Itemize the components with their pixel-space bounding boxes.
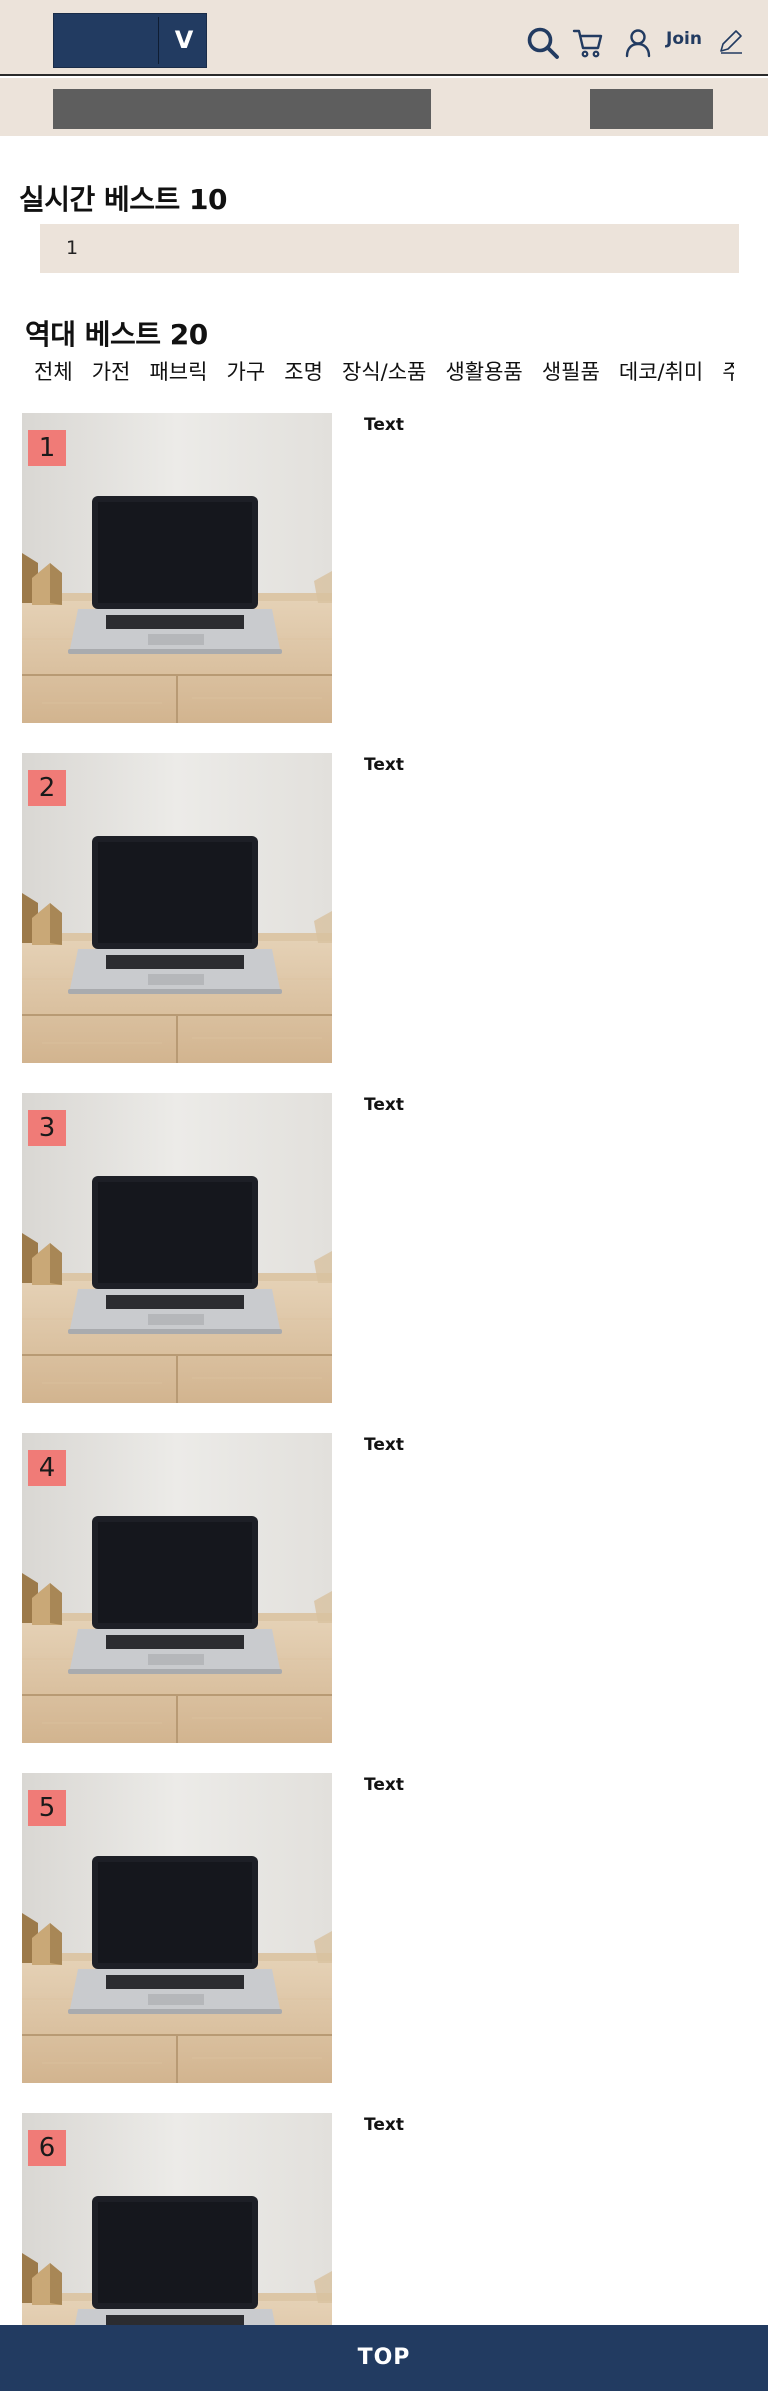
realtime-best-ticker[interactable]: 1 — [40, 224, 739, 273]
pencil-icon[interactable] — [716, 28, 744, 56]
category-tabs: 전체 가전 패브릭 가구 조명 장식/소품 생활용품 생필품 데코/취미 주 — [34, 356, 734, 388]
product-item[interactable]: 4 Text — [22, 1433, 752, 1743]
rank-badge: 2 — [28, 770, 66, 806]
laptop-photo — [22, 1433, 332, 1743]
tab-household[interactable]: 생활용품 — [445, 356, 522, 386]
tab-more[interactable]: 주 — [722, 356, 734, 386]
tab-decor-items[interactable]: 장식/소품 — [342, 356, 426, 386]
product-image[interactable] — [22, 1093, 332, 1403]
logo-divider — [158, 17, 159, 64]
product-text[interactable]: Text — [364, 1095, 404, 1115]
tab-fabric[interactable]: 패브릭 — [149, 356, 207, 386]
rank-badge: 6 — [28, 2130, 66, 2166]
tab-deco-hobby[interactable]: 데코/취미 — [619, 356, 703, 386]
banner-placeholder-small[interactable] — [590, 89, 713, 129]
rank-badge: 3 — [28, 1110, 66, 1146]
product-image[interactable] — [22, 413, 332, 723]
user-icon[interactable] — [624, 28, 652, 58]
laptop-photo — [22, 413, 332, 723]
rank-badge: 4 — [28, 1450, 66, 1486]
product-item[interactable]: 3 Text — [22, 1093, 752, 1403]
laptop-photo — [22, 753, 332, 1063]
product-text[interactable]: Text — [364, 415, 404, 435]
product-item[interactable]: 5 Text — [22, 1773, 752, 2083]
product-text[interactable]: Text — [364, 1435, 404, 1455]
product-item[interactable]: 1 Text — [22, 413, 752, 723]
join-link[interactable]: Join — [666, 29, 702, 49]
realtime-rank: 1 — [66, 237, 79, 259]
product-image[interactable] — [22, 1773, 332, 2083]
product-text[interactable]: Text — [364, 2115, 404, 2135]
cart-icon[interactable] — [572, 27, 604, 59]
tab-all[interactable]: 전체 — [34, 356, 73, 386]
laptop-photo — [22, 1773, 332, 2083]
logo-letter: V — [174, 26, 194, 54]
sub-navigation-bar — [0, 78, 768, 136]
product-item[interactable]: 2 Text — [22, 753, 752, 1063]
rank-badge: 1 — [28, 430, 66, 466]
realtime-best-title: 실시간 베스트 10 — [19, 183, 228, 216]
tab-necessities[interactable]: 생필품 — [542, 356, 600, 386]
product-image[interactable] — [22, 753, 332, 1063]
logo[interactable]: V — [53, 13, 207, 68]
product-text[interactable]: Text — [364, 755, 404, 775]
search-icon[interactable] — [526, 26, 560, 60]
tab-appliances[interactable]: 가전 — [92, 356, 131, 386]
alltime-best-title: 역대 베스트 20 — [25, 318, 208, 351]
product-image[interactable] — [22, 1433, 332, 1743]
product-text[interactable]: Text — [364, 1775, 404, 1795]
tab-lighting[interactable]: 조명 — [284, 356, 323, 386]
laptop-photo — [22, 1093, 332, 1403]
banner-placeholder[interactable] — [53, 89, 431, 129]
header: V Join — [0, 0, 768, 76]
tab-furniture[interactable]: 가구 — [227, 356, 266, 386]
scroll-top-button[interactable]: TOP — [0, 2325, 768, 2391]
rank-badge: 5 — [28, 1790, 66, 1826]
